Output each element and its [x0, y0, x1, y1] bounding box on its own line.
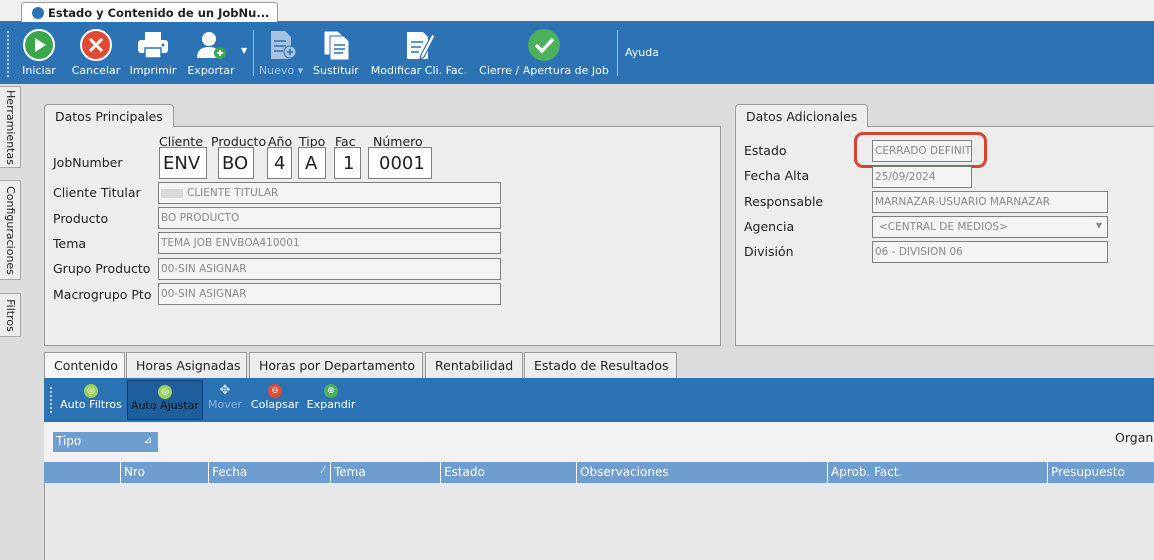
tab-contenido[interactable]: Contenido: [44, 352, 125, 378]
toolbar-grip-icon[interactable]: [49, 386, 53, 414]
iniciar-label: Iniciar: [22, 64, 56, 77]
toolbar-separator: [617, 30, 618, 76]
cancelar-label: Cancelar: [71, 64, 121, 77]
sustituir-button[interactable]: Sustituir: [310, 22, 362, 84]
producto-label: Producto: [53, 211, 109, 226]
app-icon: [32, 7, 44, 19]
sidetab-herramientas[interactable]: Herramientas: [0, 86, 21, 168]
sort-icon: ⁄: [322, 465, 324, 476]
tab-datos-adicionales[interactable]: Datos Adicionales: [735, 104, 869, 127]
exportar-button[interactable]: Exportar: [184, 22, 238, 84]
group-panel: [44, 422, 1154, 462]
documents-icon: [318, 28, 354, 62]
grid-header: Nro Fecha ⁄ Tema Estado Observaciones Apr…: [44, 462, 1154, 483]
expandir-button[interactable]: ⊕ Expandir: [306, 384, 356, 411]
exportar-dropdown-icon[interactable]: ▼: [241, 46, 247, 55]
column-header-estado[interactable]: Estado: [440, 462, 576, 483]
fecha-alta-label: Fecha Alta: [744, 168, 810, 183]
auto-filtros-button[interactable]: ◎ Auto Filtros: [58, 384, 124, 411]
nuevo-label: Nuevo: [258, 64, 295, 77]
column-header-blank[interactable]: [44, 462, 120, 483]
tab-horas-departamento[interactable]: Horas por Departamento: [249, 352, 423, 378]
division-field[interactable]: 06 - DIVISION 06: [872, 241, 1108, 263]
modificar-cli-fac-button[interactable]: Modificar Cli. Fac.: [368, 22, 470, 84]
fecha-alta-field[interactable]: 25/09/2024: [872, 166, 972, 188]
window-title: Estado y Contenido de un JobNu...: [48, 6, 270, 20]
cancelar-button[interactable]: Cancelar: [70, 22, 122, 84]
tema-field[interactable]: TEMA JOB ENVBOA410001: [158, 232, 501, 254]
tema-label: Tema: [53, 236, 87, 251]
iniciar-button[interactable]: Iniciar: [18, 22, 60, 84]
chevron-down-icon[interactable]: ▼: [1096, 221, 1102, 230]
cliente-titular-field[interactable]: CLIENTE TITULAR: [158, 182, 501, 204]
cancel-icon: [78, 28, 114, 62]
division-label: División: [744, 244, 794, 259]
job-anio-input[interactable]: 4: [267, 147, 292, 179]
group-chip-tipo[interactable]: Tipo ⊿: [53, 432, 158, 452]
job-fac-input[interactable]: 1: [334, 147, 361, 179]
column-header-tema[interactable]: Tema: [330, 462, 440, 483]
responsable-field[interactable]: MARNAZAR-USUARIO MARNAZAR: [872, 191, 1108, 213]
grupo-producto-label: Grupo Producto: [53, 261, 151, 276]
auto-ajustar-button[interactable]: ◎ Auto Ajustar: [127, 380, 203, 420]
grupo-producto-field[interactable]: 00-SIN ASIGNAR: [158, 258, 501, 280]
estado-label: Estado: [744, 143, 787, 158]
mover-button[interactable]: ✥ Mover: [205, 383, 245, 412]
job-producto-input[interactable]: BO: [218, 147, 254, 179]
sidetab-filtros[interactable]: Filtros: [0, 293, 21, 337]
ayuda-menu[interactable]: Ayuda: [625, 46, 659, 59]
printer-icon: [135, 28, 171, 62]
move-icon: ✥: [219, 383, 231, 398]
job-cliente-input[interactable]: ENV: [159, 147, 207, 179]
toolbar-grip-icon[interactable]: [6, 30, 10, 78]
responsable-label: Responsable: [744, 194, 824, 209]
sort-icon: ⊿: [143, 435, 152, 446]
check-icon: [526, 28, 562, 62]
tab-rentabilidad[interactable]: Rentabilidad: [425, 352, 523, 378]
toolbar-separator: [253, 30, 254, 76]
content-toolbar: ◎ Auto Filtros ◎ Auto Ajustar ✥ Mover ⊖ …: [44, 378, 1154, 422]
macrogrupo-label: Macrogrupo Pto: [53, 287, 152, 302]
producto-field[interactable]: BO PRODUCTO: [158, 207, 501, 229]
modificar-label: Modificar Cli. Fac.: [370, 64, 468, 77]
column-header-fecha[interactable]: Fecha ⁄: [208, 462, 330, 483]
tab-estado-resultados[interactable]: Estado de Resultados: [524, 352, 677, 378]
agencia-select[interactable]: <CENTRAL DE MEDIOS> ▼: [872, 216, 1108, 238]
expand-icon: ⊕: [324, 384, 338, 398]
column-header-presupuesto[interactable]: Presupuesto: [1047, 462, 1154, 483]
nuevo-button[interactable]: Nuevo ▾: [259, 22, 303, 84]
sustituir-label: Sustituir: [313, 64, 359, 77]
cierre-apertura-button[interactable]: Cierre / Apertura de Job: [476, 22, 612, 84]
highlight-annotation: [854, 132, 987, 168]
redacted-mark: [161, 188, 183, 198]
imprimir-label: Imprimir: [129, 64, 177, 77]
sidetab-configuraciones[interactable]: Configuraciones: [0, 180, 21, 280]
macrogrupo-field[interactable]: 00-SIN ASIGNAR: [158, 283, 501, 305]
organizer-label: Organi: [1115, 430, 1154, 445]
export-user-icon: [193, 28, 229, 62]
collapse-icon: ⊖: [268, 384, 282, 398]
new-document-icon: [263, 28, 299, 62]
cierre-label: Cierre / Apertura de Job: [479, 64, 609, 77]
main-toolbar: Iniciar Cancelar Imprimir Exportar ▼ Nue…: [0, 22, 1154, 84]
column-header-nro[interactable]: Nro: [120, 462, 208, 483]
tab-datos-principales[interactable]: Datos Principales: [44, 104, 174, 127]
resize-icon: ◎: [158, 385, 172, 399]
job-numero-input[interactable]: 0001: [368, 147, 432, 179]
colapsar-button[interactable]: ⊖ Colapsar: [251, 384, 299, 411]
exportar-label: Exportar: [187, 64, 235, 77]
jobnumber-label: JobNumber: [53, 155, 123, 170]
filter-icon: ◎: [84, 384, 98, 398]
window-titlebar: Estado y Contenido de un JobNu...: [0, 0, 1154, 23]
job-tipo-input[interactable]: A: [298, 147, 326, 179]
agencia-label: Agencia: [744, 219, 795, 234]
cliente-titular-label: Cliente Titular: [53, 185, 141, 200]
edit-document-icon: [401, 28, 437, 62]
play-icon: [21, 28, 57, 62]
column-header-aprob-fact[interactable]: Aprob. Fact.: [827, 462, 1047, 483]
column-header-observaciones[interactable]: Observaciones: [576, 462, 827, 483]
imprimir-button[interactable]: Imprimir: [128, 22, 178, 84]
tab-horas-asignadas[interactable]: Horas Asignadas: [126, 352, 247, 378]
window-tab[interactable]: Estado y Contenido de un JobNu...: [21, 2, 279, 23]
